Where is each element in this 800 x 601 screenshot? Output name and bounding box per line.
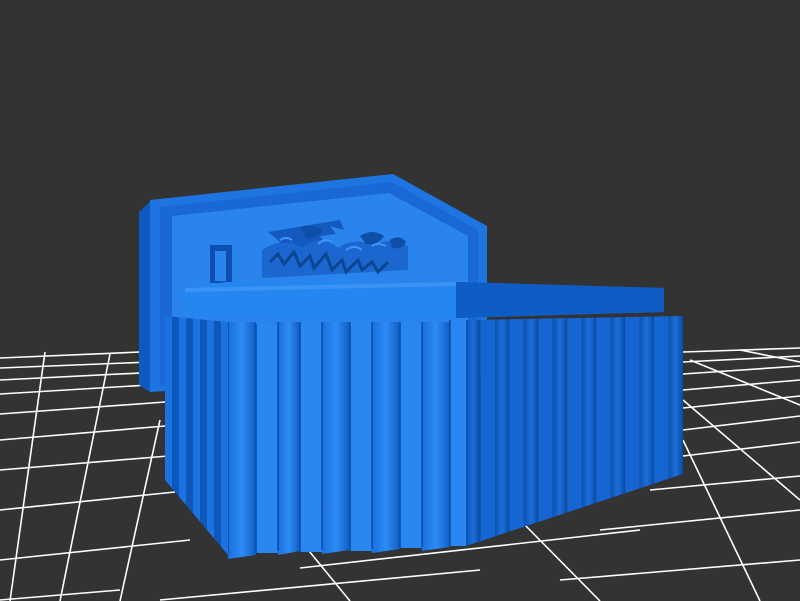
side-rib (552, 318, 568, 518)
grid-line (0, 425, 166, 441)
side-ribbed-wall (466, 316, 683, 546)
front-rib (400, 322, 422, 548)
side-rib (668, 316, 683, 479)
front-rib (422, 322, 450, 551)
grid-line (682, 415, 800, 431)
grid-line (0, 401, 166, 415)
side-rib (654, 316, 669, 484)
front-rib (300, 322, 322, 552)
grid-line (599, 509, 800, 531)
front-rib (450, 320, 466, 546)
side-rib (538, 318, 553, 522)
left-rib (193, 318, 200, 522)
grid-line (9, 351, 46, 601)
grid-line (0, 351, 141, 359)
left-rib (179, 317, 186, 505)
front-rib (278, 322, 300, 555)
left-rib (207, 320, 214, 539)
left-rib (186, 318, 193, 514)
grid-line (649, 475, 800, 491)
side-rib (639, 316, 655, 489)
3d-viewport[interactable] (0, 0, 800, 601)
front-rib (372, 322, 400, 553)
grid-line (682, 365, 800, 375)
grid-line (0, 491, 176, 511)
left-rib (165, 316, 172, 489)
grid-line (519, 519, 601, 601)
left-rib (214, 320, 221, 547)
grid-line (0, 539, 191, 561)
side-rib (480, 319, 495, 542)
left-rib (200, 319, 207, 530)
front-ribbed-wall (227, 320, 466, 559)
side-rib (466, 319, 481, 546)
grid-line (559, 559, 800, 581)
roof-slab (185, 282, 664, 318)
roof-slab-side (456, 282, 664, 318)
side-rib (610, 317, 626, 498)
side-rib (625, 316, 640, 494)
side-rib (494, 319, 510, 537)
grid-line (159, 569, 481, 601)
front-rib (322, 322, 350, 554)
scene-canvas[interactable] (0, 0, 800, 601)
window-inner (215, 251, 226, 281)
side-rib (523, 318, 539, 527)
side-rib (567, 317, 582, 513)
left-rib (172, 316, 179, 497)
left-rib (221, 321, 228, 555)
front-rib (256, 324, 278, 553)
side-rib (596, 317, 611, 503)
grid-line (0, 361, 151, 369)
grid-line (0, 455, 169, 471)
front-rib (228, 322, 256, 559)
side-rib (509, 318, 524, 532)
side-rib (581, 317, 597, 508)
left-ribbed-wall (165, 316, 228, 555)
grid-line (0, 371, 161, 381)
grid-line (119, 419, 161, 601)
grid-line (59, 353, 111, 601)
front-rib (350, 322, 372, 551)
